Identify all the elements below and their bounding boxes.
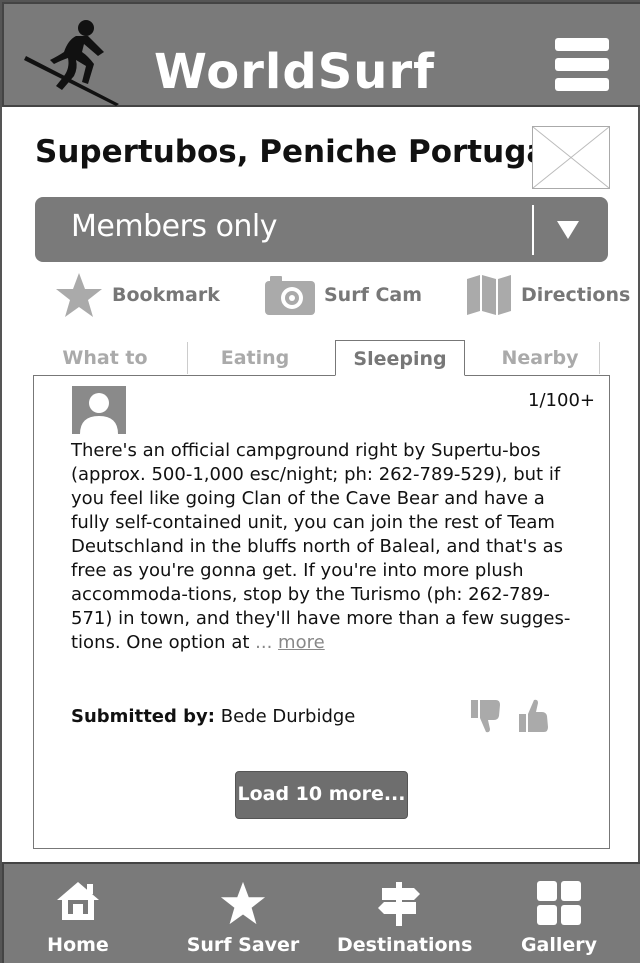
bookmark-button[interactable]: Bookmark (54, 270, 220, 320)
review-text: There's an official campground right by … (71, 440, 571, 653)
bookmark-label: Bookmark (112, 284, 220, 306)
surf-cam-label: Surf Cam (324, 284, 423, 306)
image-placeholder-icon[interactable] (532, 126, 610, 189)
star-icon (220, 881, 266, 925)
review-text-block: There's an official campground right by … (71, 439, 581, 655)
nav-item-gallery[interactable]: Gallery (509, 864, 609, 963)
tab-sleeping[interactable]: Sleeping (335, 340, 465, 376)
grid-icon (537, 881, 581, 925)
submitted-by-label: Submitted by: (71, 706, 215, 727)
app-title: WorldSurf (154, 44, 435, 100)
surf-cam-button[interactable]: Surf Cam (264, 270, 422, 320)
star-icon (56, 273, 102, 317)
more-link[interactable]: more (278, 632, 325, 653)
nav-item-home[interactable]: Home (24, 864, 132, 963)
members-dropdown[interactable]: Members only (35, 197, 608, 262)
hamburger-menu-icon[interactable] (555, 38, 609, 92)
chevron-down-icon (557, 221, 579, 239)
app-header: WorldSurf (2, 2, 640, 107)
thumbs-down-icon[interactable] (470, 698, 502, 734)
home-icon (57, 882, 99, 920)
nav-item-destinations[interactable]: Destinations (337, 864, 473, 963)
surfer-logo-icon[interactable] (24, 16, 120, 106)
tab-nearby[interactable]: Nearby (472, 340, 608, 376)
nav-label-home: Home (47, 934, 109, 956)
avatar (72, 386, 126, 434)
directions-button[interactable]: Directions (465, 270, 630, 320)
submitted-by-name: Bede Durbidge (220, 706, 356, 727)
load-more-button[interactable]: Load 10 more... (235, 771, 408, 819)
tab-what-to-bring[interactable]: What to Bring (35, 340, 175, 405)
signpost-icon (378, 882, 420, 926)
directions-label: Directions (521, 284, 631, 306)
nav-item-surf-saver[interactable]: Surf Saver (184, 864, 302, 963)
tab-eating[interactable]: Eating (188, 340, 322, 376)
dropdown-divider (532, 205, 534, 255)
map-icon (467, 275, 511, 315)
camera-icon (265, 276, 315, 315)
app-frame: WorldSurf Supertubos, Peniche Portugal M… (0, 0, 640, 963)
review-panel: 1/100+ There's an official campground ri… (33, 375, 610, 849)
members-dropdown-value: Members only (71, 209, 278, 244)
bottom-nav: Home Surf Saver Destinations Gallery (2, 862, 640, 963)
nav-label-gallery: Gallery (520, 934, 598, 956)
thumbs-up-icon[interactable] (518, 698, 550, 734)
tab-divider (599, 342, 600, 374)
ellipsis: ... (255, 632, 273, 653)
review-counter: 1/100+ (528, 390, 595, 411)
page-title: Supertubos, Peniche Portugal (35, 134, 558, 170)
nav-label-destinations: Destinations (337, 934, 473, 956)
nav-label-surf-saver: Surf Saver (186, 934, 300, 956)
submitted-by: Submitted by: Bede Durbidge (71, 706, 355, 727)
